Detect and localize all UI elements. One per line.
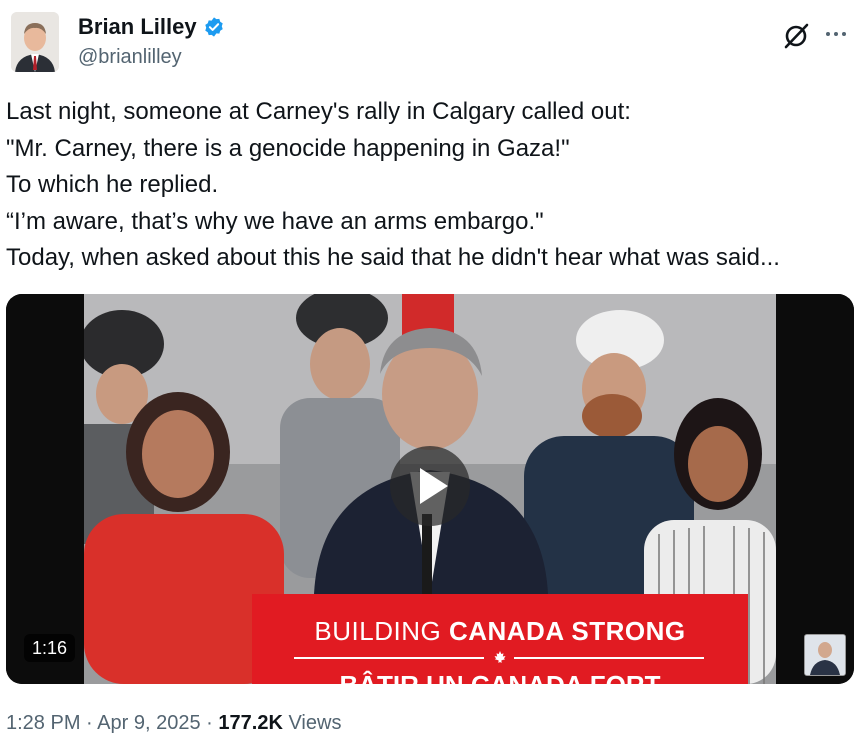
play-icon	[420, 468, 448, 504]
maple-leaf-icon	[494, 651, 506, 663]
video-letterbox-left	[6, 294, 84, 684]
tweet-date[interactable]: Apr 9, 2025	[97, 712, 200, 734]
tweet-header: Brian Lilley @brianlilley	[0, 0, 862, 86]
video-duration-badge: 1:16	[24, 634, 76, 662]
views-label: Views	[288, 712, 342, 734]
tweet-time[interactable]: 1:28 PM	[6, 712, 80, 734]
grok-icon[interactable]	[782, 22, 810, 50]
sign-divider-right	[514, 657, 704, 659]
podium-sign: BUILDING CANADA STRONG BÂTIR UN CANADA F…	[252, 594, 748, 684]
sign-line1-bold: CANADA STRONG	[448, 616, 686, 646]
meta-separator: ·	[206, 712, 213, 734]
author-name-row: Brian Lilley	[78, 14, 225, 40]
sign-line2: BÂTIR UN CANADA FORT	[252, 670, 748, 684]
sign-line1-regular: BUILDING	[314, 616, 442, 646]
sign-divider-left	[294, 657, 484, 659]
verified-badge-icon[interactable]	[203, 16, 225, 38]
video-player[interactable]: BUILDING CANADA STRONG BÂTIR UN CANADA F…	[6, 294, 854, 684]
play-button[interactable]	[390, 446, 470, 526]
video-letterbox-right	[776, 294, 854, 684]
meta-separator: ·	[86, 712, 93, 734]
avatar[interactable]	[11, 12, 59, 72]
tweet-meta: 1:28 PM · Apr 9, 2025 · 177.2K Views	[6, 712, 341, 735]
author-handle[interactable]: @brianlilley	[78, 46, 182, 69]
tweet-text: Last night, someone at Carney's rally in…	[6, 98, 780, 271]
sign-line1: BUILDING CANADA STRONG	[252, 616, 748, 647]
author-thumbnail[interactable]	[804, 634, 846, 676]
author-display-name[interactable]: Brian Lilley	[78, 14, 197, 40]
more-options-icon[interactable]	[820, 22, 852, 46]
views-count: 177.2K	[218, 712, 283, 734]
